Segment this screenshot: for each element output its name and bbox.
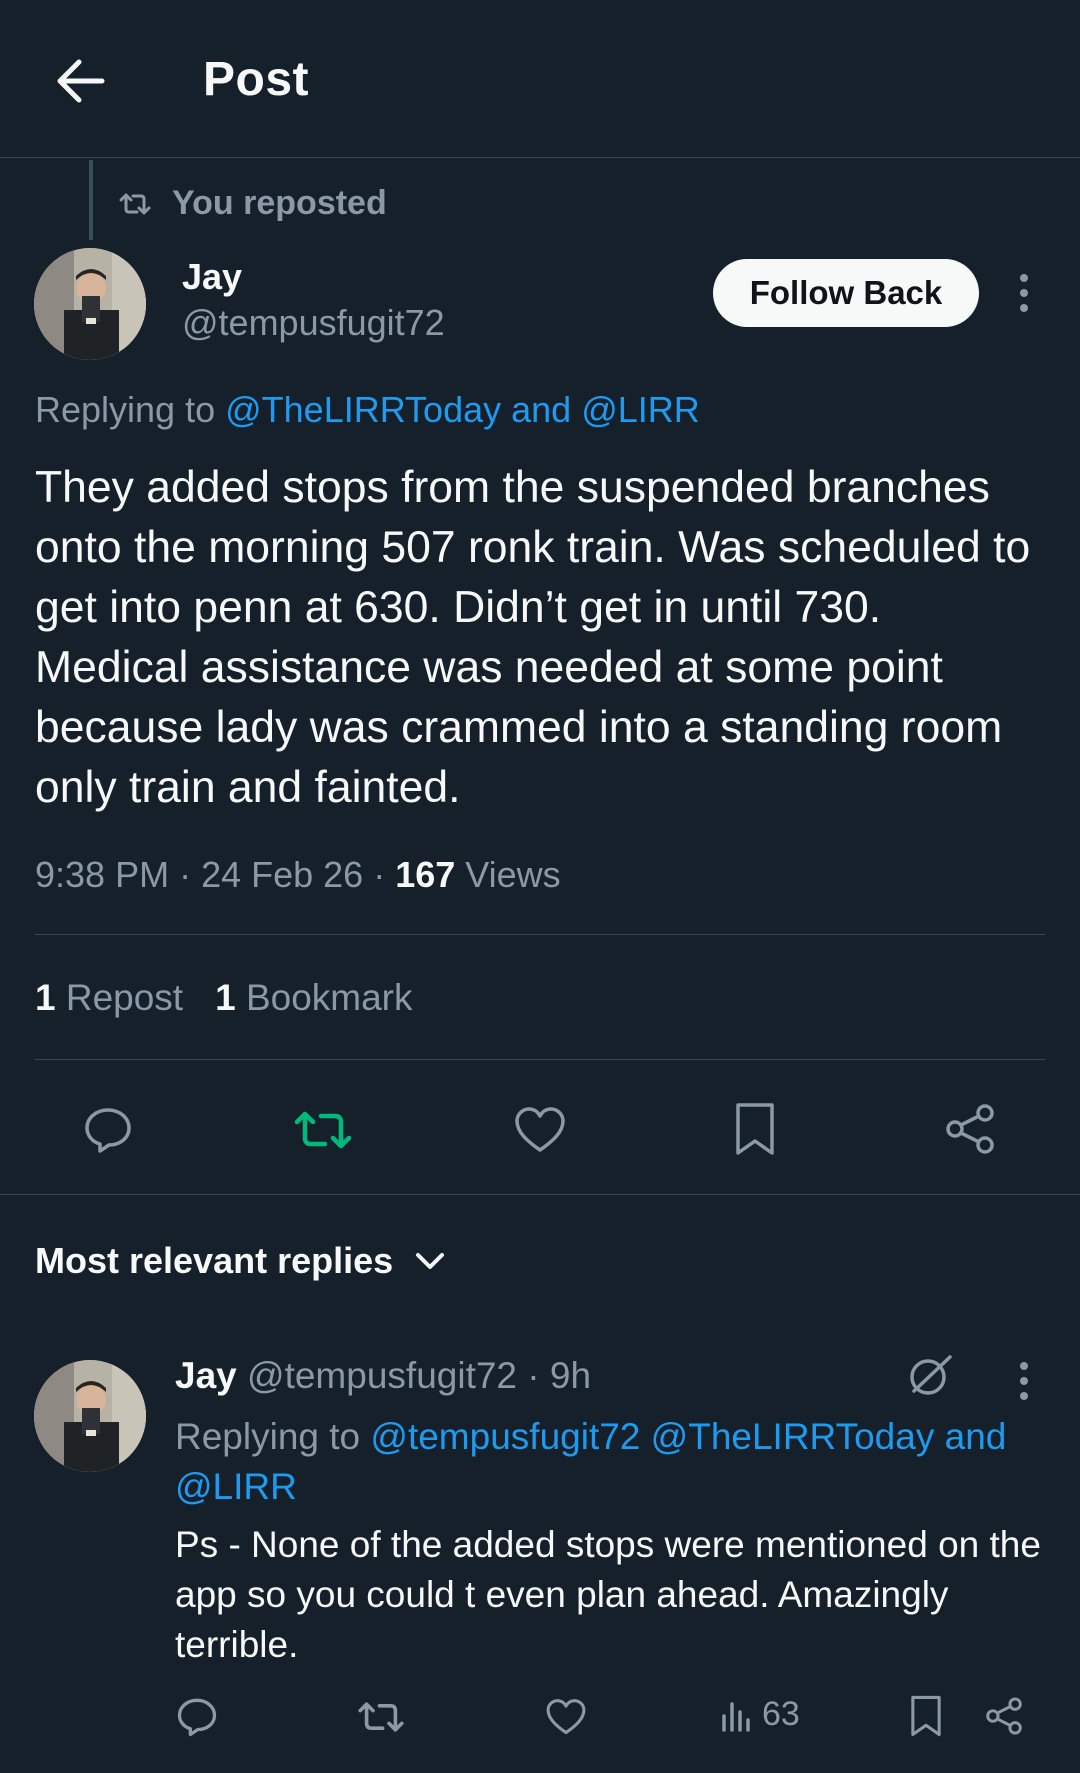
- mention-tempusfugit72[interactable]: @tempusfugit72: [370, 1416, 640, 1457]
- like-button[interactable]: [510, 1100, 570, 1160]
- thread-line: [89, 160, 93, 240]
- repost-banner-label: You reposted: [172, 184, 387, 222]
- meta-separator: ·: [169, 854, 202, 895]
- more-icon: [1020, 1362, 1028, 1370]
- repost-count: 1: [35, 977, 56, 1018]
- back-arrow-icon: [57, 59, 105, 103]
- reply-text: Ps - None of the added stops were mentio…: [175, 1524, 1041, 1665]
- grok-icon: [910, 1355, 952, 1395]
- repost-icon: [119, 193, 151, 214]
- avatar-photo: [34, 1360, 146, 1472]
- reply-share-button[interactable]: [980, 1692, 1028, 1740]
- grok-button[interactable]: [905, 1350, 955, 1400]
- author-name[interactable]: Jay: [182, 256, 242, 298]
- reply-header: Jay @tempusfugit72 · 9h: [175, 1355, 591, 1397]
- reply-icon: [85, 1108, 131, 1153]
- replying-joiner: and: [501, 389, 582, 430]
- divider: [35, 1059, 1045, 1060]
- divider: [35, 934, 1045, 935]
- page-title: Post: [203, 53, 310, 106]
- replying-to: Replying to @TheLIRRToday and @LIRR: [35, 389, 700, 431]
- reply-views-button[interactable]: 63: [720, 1695, 800, 1734]
- like-icon: [546, 1699, 586, 1735]
- back-button[interactable]: [50, 54, 110, 108]
- chevron-down-icon: [416, 1253, 445, 1269]
- post-stats: 1 Repost 1 Bookmark: [35, 977, 445, 1019]
- bookmark-stat[interactable]: 1 Bookmark: [215, 977, 412, 1019]
- reply-author-handle[interactable]: @tempusfugit72: [237, 1355, 517, 1396]
- share-icon: [946, 1104, 994, 1154]
- top-bar: Post: [0, 0, 1080, 158]
- reply-joiner: and: [934, 1416, 1007, 1457]
- section-divider: [0, 1194, 1080, 1195]
- reply-replying-prefix: Replying to: [175, 1416, 371, 1457]
- bookmark-icon: [736, 1103, 774, 1155]
- reply-like-button[interactable]: [542, 1693, 590, 1741]
- reply-avatar[interactable]: [34, 1360, 146, 1472]
- avatar[interactable]: [34, 248, 146, 360]
- bookmark-count: 1: [215, 977, 236, 1018]
- bookmark-label: Bookmark: [235, 977, 413, 1018]
- more-options-button[interactable]: [1009, 268, 1039, 318]
- mention-thelirrtoday[interactable]: @TheLIRRToday: [225, 389, 501, 430]
- meta-separator: ·: [363, 854, 396, 895]
- mention-lirr[interactable]: @LIRR: [581, 389, 700, 430]
- views-label: Views: [455, 854, 561, 895]
- reply-time: · 9h: [517, 1355, 592, 1396]
- post-text: They added stops from the suspended bran…: [35, 463, 1031, 812]
- share-button[interactable]: [940, 1098, 1000, 1160]
- reply-replying-to: Replying to @tempusfugit72 @TheLIRRToday…: [175, 1412, 1045, 1512]
- views-count: 167: [395, 854, 456, 895]
- repost-banner: You reposted: [118, 184, 387, 223]
- like-icon: [515, 1107, 565, 1152]
- post-meta: 9:38 PM · 24 Feb 26 · 167 Views: [35, 854, 561, 896]
- post-date: 24 Feb 26: [201, 854, 364, 895]
- share-icon: [986, 1697, 1022, 1735]
- bookmark-button[interactable]: [725, 1098, 785, 1160]
- repost-stat[interactable]: 1 Repost: [35, 977, 183, 1019]
- author-handle[interactable]: @tempusfugit72: [182, 302, 445, 344]
- mention-thelirrtoday[interactable]: @TheLIRRToday: [640, 1416, 935, 1457]
- repost-button[interactable]: [293, 1100, 353, 1160]
- mention-lirr[interactable]: @LIRR: [175, 1466, 297, 1507]
- repost-icon: [294, 1111, 352, 1149]
- views-icon: [722, 1701, 750, 1732]
- reply-bookmark-button[interactable]: [903, 1690, 949, 1742]
- reply-author-name[interactable]: Jay: [175, 1355, 237, 1396]
- reply-more-options-button[interactable]: [1009, 1356, 1039, 1406]
- reply-icon: [177, 1698, 217, 1737]
- reply-views-count: 63: [762, 1695, 800, 1733]
- replies-sort-toggle[interactable]: Most relevant replies: [35, 1240, 445, 1282]
- replies-sort-label: Most relevant replies: [35, 1240, 394, 1281]
- reply-reply-button[interactable]: [173, 1693, 221, 1741]
- post-time: 9:38 PM: [35, 854, 170, 895]
- reply-repost-button[interactable]: [355, 1693, 407, 1741]
- more-icon: [1020, 274, 1028, 282]
- repost-label: Repost: [55, 977, 184, 1018]
- follow-back-button[interactable]: Follow Back: [713, 259, 979, 327]
- bookmark-icon: [911, 1695, 941, 1737]
- avatar-photo: [34, 248, 146, 360]
- replying-prefix: Replying to: [35, 389, 226, 430]
- repost-icon: [358, 1702, 404, 1732]
- reply-button[interactable]: [78, 1100, 138, 1160]
